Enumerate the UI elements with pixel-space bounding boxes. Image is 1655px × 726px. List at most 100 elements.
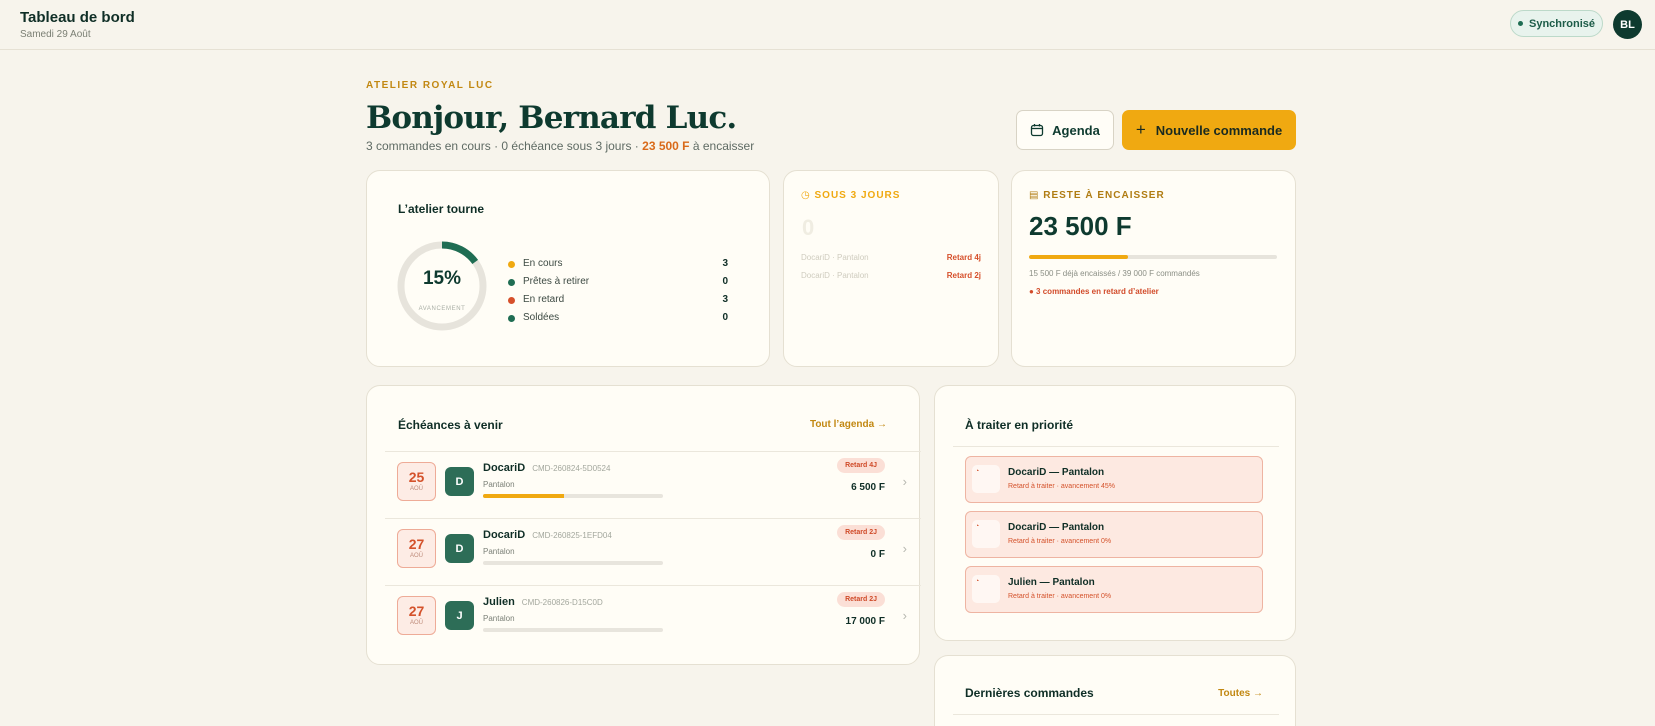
late-badge: Retard 2J [837,592,885,607]
deadline-day: 27 [408,536,425,552]
upcoming-deadlines-title: Échéances à venir [398,418,503,432]
due-soon-row: DocariD · Pantalon Retard 4j [801,253,981,262]
priority-card: À traiter en priorité ◔ DocariD — Pantalo… [934,385,1296,641]
deadline-row[interactable]: 27 AOÛ D DocariD CMD-260825-1EFD04 Pantalo… [385,518,921,584]
order-progress [483,494,663,498]
latest-orders-title: Dernières commandes [965,686,1094,700]
workshop-name: ATELIER ROYAL LUC [366,80,494,91]
legend-name: Prêtes à retirer [523,276,590,287]
deadline-row[interactable]: 25 AOÛ D DocariD CMD-260824-5D0524 Pantalo… [385,451,921,517]
priority-item-subtitle: Retard à traiter · avancement 45% [1008,483,1115,490]
due-soon-count: 0 [802,215,815,240]
legend-name: En cours [523,258,563,269]
order-progress [483,561,663,565]
garment-type: Pantalon [483,614,515,623]
calendar-icon [1031,124,1044,137]
garment-type: Pantalon [483,480,515,489]
client-name: DocariD CMD-260825-1EFD04 [483,529,612,541]
receivables-card[interactable]: ▤ RESTE À ENCAISSER 23 500 F 15 500 F dé… [1011,170,1296,367]
client-initial: J [445,601,474,630]
upcoming-deadlines-card: Échéances à venir Tout l’agenda → 25 AOÛ … [366,385,921,665]
receivables-note: 15 500 F déjà encaissés / 39 000 F comma… [1029,269,1200,278]
all-orders-link[interactable]: Toutes → [1218,688,1263,699]
agenda-label: Agenda [1052,122,1100,138]
legend-name: En retard [523,294,565,305]
order-price: 0 F [870,549,885,560]
due-soon-row: DocariD · Pantalon Retard 2j [801,271,981,280]
chevron-right-icon[interactable]: › [903,608,907,623]
legend-dot [508,297,515,304]
deadline-day: 25 [408,469,425,485]
priority-item[interactable]: ◔ Julien — Pantalon Retard à traiter · ava… [965,566,1263,613]
priority-item-icon: ◔ [972,520,1000,548]
divider [953,446,1279,447]
all-agenda-link[interactable]: Tout l’agenda → [810,419,887,430]
client-name-text: DocariD [483,529,526,541]
sync-label: Synchronisé [1528,17,1596,30]
legend-value: 3 [722,258,728,269]
legend-value: 3 [722,294,728,305]
progress-caption: AVANCEMENT [418,306,466,312]
latest-orders-card: Dernières commandes Toutes → [934,655,1296,726]
new-order-button[interactable]: + Nouvelle commande [1122,110,1296,150]
legend-value: 0 [722,312,728,323]
sync-status-button[interactable]: Synchronisé [1510,10,1603,37]
greeting: Bonjour, Bernard Luc. [366,100,737,136]
receivables-title: ▤ RESTE À ENCAISSER [1029,190,1165,201]
priority-item-icon: ◔ [972,465,1000,493]
client-initial: D [445,467,474,496]
avatar[interactable]: BL [1613,10,1642,39]
priority-item[interactable]: ◔ DocariD — Pantalon Retard à traiter · av… [965,511,1263,558]
clock-icon: ◔ [975,523,980,530]
receivables-progress [1029,255,1277,259]
receivables-progress-fill [1029,255,1129,259]
client-name-text: DocariD [483,462,526,474]
progress-ring: 15% AVANCEMENT [397,241,487,331]
order-price: 17 000 F [845,616,885,627]
due-soon-card[interactable]: ◷ SOUS 3 JOURS 0 DocariD · Pantalon Retar… [783,170,999,367]
deadline-date: 27 AOÛ [397,596,436,635]
deadline-month: AOÛ [409,553,423,559]
summary-prefix: 3 commandes en cours · 0 échéance sous 3… [366,139,643,153]
legend-row: Prêtes à retirer 0 [508,276,728,294]
client-name: DocariD CMD-260824-5D0524 [483,462,610,474]
priority-item[interactable]: ◔ DocariD — Pantalon Retard à traiter · av… [965,456,1263,503]
priority-item-title: DocariD — Pantalon [1008,467,1105,478]
legend-dot [508,279,515,286]
order-progress-fill [483,494,564,498]
wallet-icon: ▤ [1029,190,1040,201]
client-name-text: Julien [483,596,515,608]
summary-suffix: à encaisser [689,139,755,153]
page-title: Tableau de bord [20,9,135,26]
late-badge: Retard 4J [837,458,885,473]
legend-row: En cours 3 [508,258,728,276]
plus-icon: + [1135,120,1146,139]
order-ref: CMD-260825-1EFD04 [532,531,612,540]
summary-amount: 23 500 F [642,139,690,153]
due-soon-title: ◷ SOUS 3 JOURS [801,190,900,201]
receivables-label: RESTE À ENCAISSER [1043,190,1165,201]
client-initial: D [445,534,474,563]
order-progress [483,628,663,632]
chevron-right-icon[interactable]: › [903,474,907,489]
deadline-row[interactable]: 27 AOÛ J Julien CMD-260826-D15C0D Pantalon… [385,585,921,651]
legend-name: Soldées [523,312,560,323]
deadline-month: AOÛ [409,486,423,492]
summary-line: 3 commandes en cours · 0 échéance sous 3… [366,139,754,153]
legend-dot [508,261,515,268]
order-ref: CMD-260826-D15C0D [521,598,603,607]
priority-item-title: DocariD — Pantalon [1008,522,1105,533]
agenda-button[interactable]: Agenda [1016,110,1114,150]
atelier-title: L’atelier tourne [398,202,485,216]
order-ref: CMD-260824-5D0524 [532,464,611,473]
chevron-right-icon[interactable]: › [903,541,907,556]
priority-item-subtitle: Retard à traiter · avancement 0% [1008,593,1112,600]
order-price: 6 500 F [851,482,885,493]
deadline-date: 27 AOÛ [397,529,436,568]
deadline-month: AOÛ [409,620,423,626]
new-order-label: Nouvelle commande [1155,122,1283,138]
client-name: Julien CMD-260826-D15C0D [483,596,603,608]
status-dot-icon [1517,21,1523,26]
legend-value: 0 [722,276,728,287]
late-badge: Retard 2J [837,525,885,540]
